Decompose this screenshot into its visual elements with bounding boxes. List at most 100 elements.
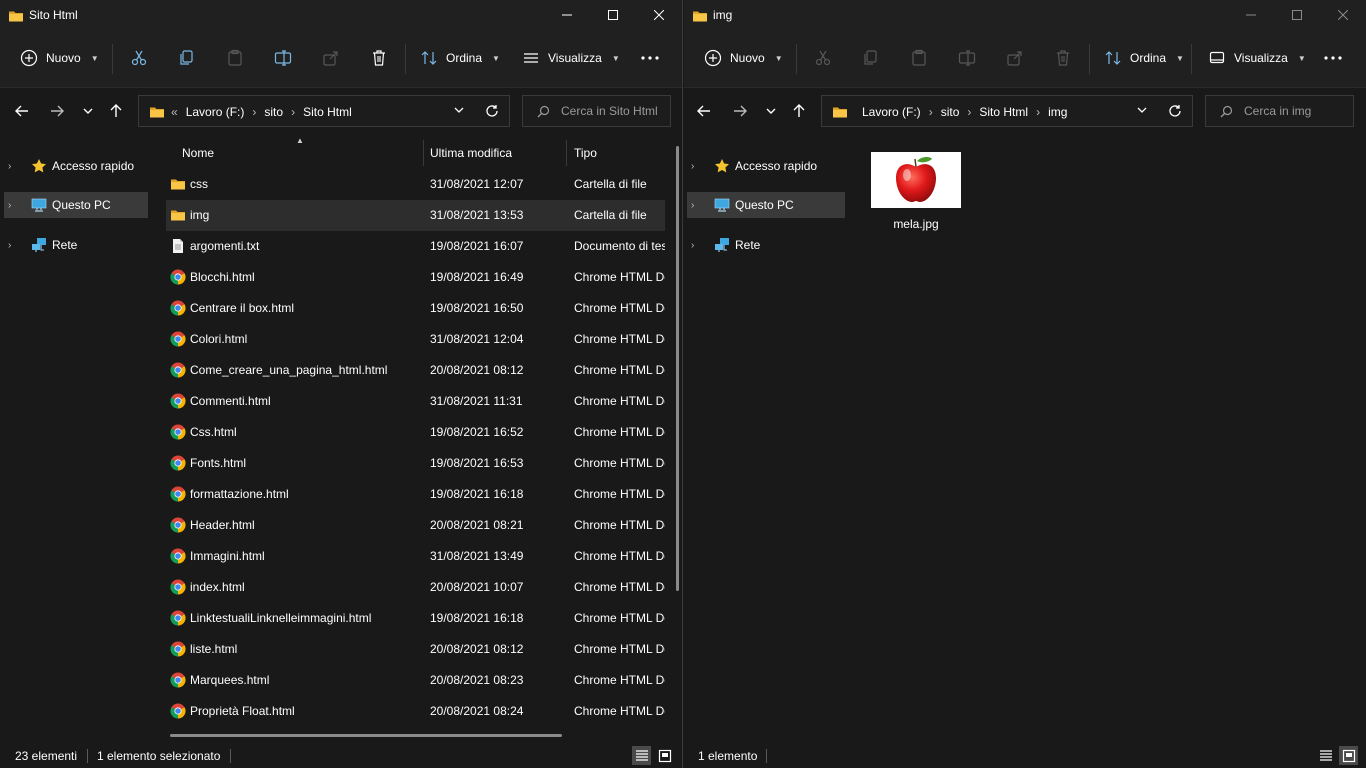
chevron-right-icon[interactable]: › [291, 105, 295, 119]
more-options-button[interactable] [1323, 43, 1343, 73]
chevron-right-icon[interactable]: › [1036, 105, 1040, 119]
column-header-type[interactable]: Tipo [574, 146, 597, 160]
breadcrumb-item[interactable]: Sito Html [303, 105, 352, 119]
minimize-button[interactable] [1228, 0, 1274, 30]
nav-item-quick-access[interactable]: › Accesso rapido [687, 153, 845, 179]
column-divider[interactable] [566, 140, 567, 166]
delete-button[interactable] [370, 43, 388, 73]
column-header-modified[interactable]: Ultima modifica [430, 146, 512, 160]
file-row[interactable]: Blocchi.html 19/08/2021 16:49 Chrome HTML … [166, 262, 665, 293]
title-bar[interactable]: Sito Html [0, 0, 682, 30]
nav-item-network[interactable]: › Rete [4, 232, 148, 258]
file-row[interactable]: Commenti.html 31/08/2021 11:31 Chrome HTML… [166, 386, 665, 417]
chevron-right-icon[interactable]: › [967, 105, 971, 119]
cut-button[interactable] [130, 43, 148, 73]
paste-button[interactable] [910, 43, 928, 73]
maximize-button[interactable] [590, 0, 636, 30]
chevron-right-icon[interactable]: › [8, 240, 24, 251]
search-input[interactable] [561, 102, 682, 120]
paste-button[interactable] [226, 43, 244, 73]
up-button[interactable] [106, 101, 126, 121]
search-box[interactable] [522, 95, 682, 127]
details-view-button[interactable] [632, 746, 651, 765]
file-row[interactable]: Immagini.html 31/08/2021 13:49 Chrome HTML… [166, 541, 665, 572]
nav-item-quick-access[interactable]: › Accesso rapido [4, 153, 148, 179]
breadcrumb-item[interactable]: Lavoro (F:) [186, 105, 245, 119]
breadcrumb-item[interactable]: sito [264, 105, 283, 119]
chevron-right-icon[interactable]: › [691, 240, 707, 251]
nav-item-this-pc[interactable]: › Questo PC [687, 192, 845, 218]
breadcrumb-item[interactable]: Lavoro (F:) [862, 105, 921, 119]
file-row[interactable]: css 31/08/2021 12:07 Cartella di file [166, 169, 665, 200]
share-button[interactable] [1006, 43, 1024, 73]
horizontal-scrollbar[interactable] [170, 734, 562, 737]
search-box[interactable] [1205, 95, 1366, 127]
chevron-right-icon[interactable]: › [691, 161, 707, 172]
file-row[interactable]: Fonts.html 19/08/2021 16:53 Chrome HTML Do… [166, 448, 665, 479]
up-button[interactable] [789, 101, 809, 121]
chevron-down-icon[interactable] [1136, 104, 1148, 116]
more-options-button[interactable] [640, 43, 660, 73]
large-icons-view-button[interactable] [655, 746, 674, 765]
new-button[interactable]: Nuovo ▼ [20, 43, 99, 73]
forward-button[interactable] [730, 101, 750, 121]
chevron-down-icon[interactable] [453, 104, 465, 116]
breadcrumb-item[interactable]: sito [941, 105, 960, 119]
column-divider[interactable] [423, 140, 424, 166]
address-bar[interactable]: « Lavoro (F:) › sito › Sito Html [138, 95, 510, 127]
maximize-button[interactable] [1274, 0, 1320, 30]
file-row[interactable]: formattazione.html 19/08/2021 16:18 Chrome… [166, 479, 665, 510]
file-row[interactable]: Centrare il box.html 19/08/2021 16:50 Chro… [166, 293, 665, 324]
file-row[interactable]: LinktestualiLinknelleimmagini.html 19/08/… [166, 603, 665, 634]
chevron-right-icon[interactable]: › [252, 105, 256, 119]
file-thumbnail-mela[interactable] [871, 152, 961, 208]
title-bar[interactable]: img [684, 0, 1366, 30]
large-icons-view-button[interactable] [1339, 746, 1358, 765]
copy-button[interactable] [178, 43, 196, 73]
file-row[interactable]: Come_creare_una_pagina_html.html 20/08/20… [166, 355, 665, 386]
file-row[interactable]: Proprietà Float.html 20/08/2021 08:24 Chro… [166, 696, 665, 727]
back-button[interactable] [694, 101, 714, 121]
file-row[interactable]: argomenti.txt 19/08/2021 16:07 Documento d… [166, 231, 665, 262]
recent-locations-button[interactable] [78, 101, 98, 121]
breadcrumb-item[interactable]: Sito Html [979, 105, 1028, 119]
close-button[interactable] [636, 0, 682, 30]
column-header-name[interactable]: Nome [182, 146, 214, 160]
cut-button[interactable] [814, 43, 832, 73]
back-button[interactable] [12, 101, 32, 121]
vertical-scrollbar[interactable] [676, 146, 679, 591]
forward-button[interactable] [47, 101, 67, 121]
view-button[interactable]: Visualizza ▼ [1208, 43, 1306, 73]
rename-button[interactable] [958, 43, 976, 73]
share-button[interactable] [322, 43, 340, 73]
recent-locations-button[interactable] [761, 101, 781, 121]
nav-item-network[interactable]: › Rete [687, 232, 845, 258]
breadcrumb-overflow[interactable]: « [171, 105, 178, 119]
refresh-icon[interactable] [485, 104, 499, 118]
close-button[interactable] [1320, 0, 1366, 30]
view-button[interactable]: Visualizza ▼ [522, 43, 620, 73]
chevron-right-icon[interactable]: › [8, 161, 24, 172]
file-row[interactable]: Header.html 20/08/2021 08:21 Chrome HTML D… [166, 510, 665, 541]
file-row[interactable]: Colori.html 31/08/2021 12:04 Chrome HTML D… [166, 324, 665, 355]
chevron-right-icon[interactable]: › [691, 200, 707, 211]
file-name-label[interactable]: mela.jpg [866, 217, 966, 231]
chevron-right-icon[interactable]: › [929, 105, 933, 119]
minimize-button[interactable] [544, 0, 590, 30]
file-row[interactable]: img 31/08/2021 13:53 Cartella di file [166, 200, 665, 231]
delete-button[interactable] [1054, 43, 1072, 73]
search-input[interactable] [1244, 102, 1366, 120]
copy-button[interactable] [862, 43, 880, 73]
new-button[interactable]: Nuovo ▼ [704, 43, 783, 73]
rename-button[interactable] [274, 43, 292, 73]
sort-button[interactable]: Ordina ▼ [420, 43, 500, 73]
file-row[interactable]: Marquees.html 20/08/2021 08:23 Chrome HTML… [166, 665, 665, 696]
file-row[interactable]: index.html 20/08/2021 10:07 Chrome HTML Do… [166, 572, 665, 603]
file-row[interactable]: liste.html 20/08/2021 08:12 Chrome HTML Do… [166, 634, 665, 665]
chevron-right-icon[interactable]: › [8, 200, 24, 211]
breadcrumb-item[interactable]: img [1048, 105, 1067, 119]
refresh-icon[interactable] [1168, 104, 1182, 118]
address-bar[interactable]: Lavoro (F:) › sito › Sito Html › img [821, 95, 1193, 127]
sort-button[interactable]: Ordina ▼ [1104, 43, 1184, 73]
details-view-button[interactable] [1316, 746, 1335, 765]
